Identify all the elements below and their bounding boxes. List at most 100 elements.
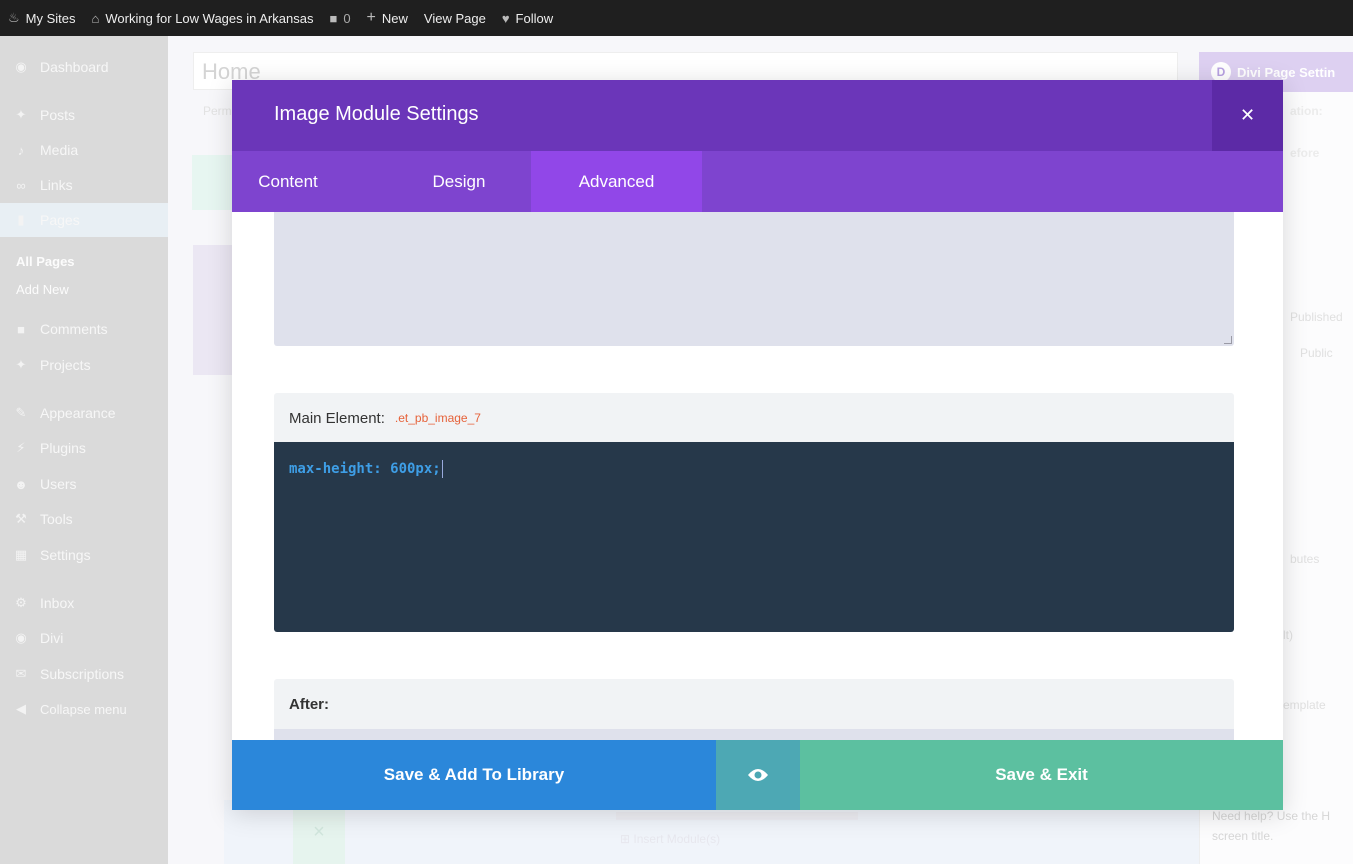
sidebar-item-media[interactable]: ♪ Media bbox=[0, 133, 168, 167]
main-element-selector: .et_pb_image_7 bbox=[394, 411, 481, 425]
divi-page-settings-title: Divi Page Settin bbox=[1237, 64, 1336, 80]
sidebar-item-subscriptions[interactable]: ✉ Subscriptions bbox=[0, 657, 168, 691]
wrench-icon: ⚒ bbox=[15, 511, 27, 526]
plus-box-icon: ⊞ bbox=[620, 832, 634, 846]
save-add-to-library-button[interactable]: Save & Add To Library bbox=[232, 740, 716, 810]
modal-footer: Save & Add To Library Save & Exit bbox=[232, 740, 1283, 810]
insert-module-label: Insert Module(s) bbox=[633, 832, 721, 846]
public-label: Public bbox=[1300, 346, 1333, 360]
dashboard-icon: ◉ bbox=[15, 59, 27, 74]
sidebar-item-label: Projects bbox=[40, 357, 91, 373]
sidebar-item-links[interactable]: ∞ Links bbox=[0, 168, 168, 202]
sidebar-item-divi[interactable]: ◉ Divi bbox=[0, 621, 168, 655]
sidebar-item-label: Media bbox=[40, 142, 79, 158]
follow-link[interactable]: ♥ Follow bbox=[494, 0, 561, 36]
sidebar-item-plugins[interactable]: ⚡ Plugins bbox=[0, 431, 168, 465]
comment-icon: ■ bbox=[17, 321, 25, 337]
eye-icon bbox=[748, 769, 768, 781]
sidebar-item-label: Pages bbox=[40, 212, 80, 228]
plug-icon: ⚡ bbox=[16, 440, 26, 455]
before-label: efore bbox=[1290, 146, 1320, 160]
sidebar-item-label: Appearance bbox=[40, 405, 116, 421]
user-icon: ☻ bbox=[14, 476, 28, 492]
sidebar-item-label: Settings bbox=[40, 547, 91, 563]
help-text: Need help? Use the H screen title. bbox=[1212, 809, 1331, 843]
sidebar-item-projects[interactable]: ✦ Projects bbox=[0, 348, 168, 382]
sidebar-item-users[interactable]: ☻ Users bbox=[0, 467, 168, 501]
pages-icon: ▮ bbox=[17, 212, 25, 227]
sidebar-item-label: Posts bbox=[40, 107, 76, 123]
divi-logo-icon: D bbox=[1211, 62, 1231, 82]
new-link[interactable]: + New bbox=[359, 0, 416, 36]
tab-advanced[interactable]: Advanced bbox=[531, 151, 702, 212]
close-button[interactable]: ✕ bbox=[1212, 80, 1283, 151]
tab-content[interactable]: Content bbox=[232, 151, 344, 212]
sidebar-item-label: Divi bbox=[40, 630, 64, 646]
main-element-label: Main Element: bbox=[289, 409, 385, 427]
preview-button[interactable] bbox=[716, 740, 800, 810]
sidebar-item-label: Dashboard bbox=[40, 59, 109, 75]
site-name-link[interactable]: ⌂ Working for Low Wages in Arkansas bbox=[84, 0, 322, 36]
sidebar-item-inbox[interactable]: ⚙ Inbox bbox=[0, 586, 168, 620]
insert-module-link[interactable]: ⊞ Insert Module(s) bbox=[620, 832, 720, 846]
sidebar-item-collapse[interactable]: ◀ Collapse menu bbox=[0, 692, 168, 726]
heart-icon: ♥ bbox=[501, 10, 510, 26]
after-label: After: bbox=[289, 695, 329, 713]
main-element-css-editor[interactable]: max-height: 600px; bbox=[274, 442, 1234, 632]
permalink-label: Perm bbox=[203, 104, 232, 118]
sidebar-item-appearance[interactable]: ✎ Appearance bbox=[0, 396, 168, 430]
pin-icon: ✦ bbox=[15, 357, 27, 372]
settings-icon: ▦ bbox=[14, 547, 28, 562]
after-css-textarea[interactable] bbox=[274, 729, 1234, 740]
sidebar-item-label: Plugins bbox=[40, 440, 86, 456]
template-select[interactable]: emplate bbox=[1283, 698, 1326, 712]
sidebar-sub-all-pages[interactable]: All Pages bbox=[16, 254, 75, 269]
media-icon: ♪ bbox=[17, 142, 25, 158]
my-sites-link[interactable]: ♨ My Sites bbox=[0, 0, 84, 36]
sidebar-item-pages[interactable]: ▮ Pages bbox=[0, 203, 168, 237]
modal-title: Image Module Settings bbox=[274, 103, 479, 125]
sidebar-item-comments[interactable]: ■ Comments bbox=[0, 312, 168, 346]
sidebar-item-posts[interactable]: ✦ Posts bbox=[0, 98, 168, 132]
css-code: max-height: 600px; bbox=[289, 461, 441, 477]
gear-icon: ⚙ bbox=[15, 595, 27, 610]
view-page-link[interactable]: View Page bbox=[416, 0, 494, 36]
sidebar-item-label: Users bbox=[40, 476, 77, 492]
resize-handle-icon[interactable] bbox=[1224, 336, 1232, 344]
sites-icon: ♨ bbox=[8, 10, 20, 25]
sidebar-item-dashboard[interactable]: ◉ Dashboard bbox=[0, 50, 168, 84]
image-module-settings-modal: Image Module Settings ✕ Content Design A… bbox=[232, 80, 1283, 810]
admin-sidebar: ◉ Dashboard ✦ Posts ♪ Media ∞ Links ▮ Pages A… bbox=[0, 36, 168, 864]
builder-panel bbox=[193, 245, 233, 375]
comments-count: 0 bbox=[343, 10, 351, 26]
published-label: Published bbox=[1290, 310, 1343, 324]
plus-icon: + bbox=[366, 9, 376, 26]
follow-label: Follow bbox=[515, 10, 554, 26]
location-label: ation: bbox=[1290, 104, 1323, 118]
collapse-icon: ◀ bbox=[16, 701, 26, 716]
comments-link[interactable]: ■ 0 bbox=[321, 0, 358, 36]
default-option[interactable]: lt) bbox=[1283, 628, 1293, 642]
pin-icon: ✦ bbox=[15, 107, 27, 122]
view-page-label: View Page bbox=[423, 10, 486, 26]
sidebar-sub-add-new[interactable]: Add New bbox=[16, 282, 69, 297]
save-exit-button[interactable]: Save & Exit bbox=[800, 740, 1283, 810]
new-label: New bbox=[381, 10, 408, 26]
before-css-textarea[interactable] bbox=[274, 212, 1234, 346]
site-name-label: Working for Low Wages in Arkansas bbox=[105, 10, 314, 26]
insert-module-bar bbox=[616, 812, 858, 820]
comment-icon: ■ bbox=[329, 10, 338, 26]
sidebar-item-label: Links bbox=[40, 177, 73, 193]
after-header: After: bbox=[274, 679, 1234, 729]
divi-icon: ◉ bbox=[15, 630, 27, 645]
modal-body: Main Element: .et_pb_image_7 max-height:… bbox=[232, 212, 1283, 740]
sidebar-item-label: Collapse menu bbox=[40, 701, 127, 717]
tab-design[interactable]: Design bbox=[408, 151, 510, 212]
sidebar-item-settings[interactable]: ▦ Settings bbox=[0, 538, 168, 572]
text-caret bbox=[441, 460, 443, 478]
sidebar-item-tools[interactable]: ⚒ Tools bbox=[0, 502, 168, 536]
sidebar-item-label: Subscriptions bbox=[40, 666, 125, 682]
attributes-label: butes bbox=[1290, 552, 1320, 566]
link-icon: ∞ bbox=[16, 177, 26, 193]
main-element-header: Main Element: .et_pb_image_7 bbox=[274, 393, 1234, 443]
